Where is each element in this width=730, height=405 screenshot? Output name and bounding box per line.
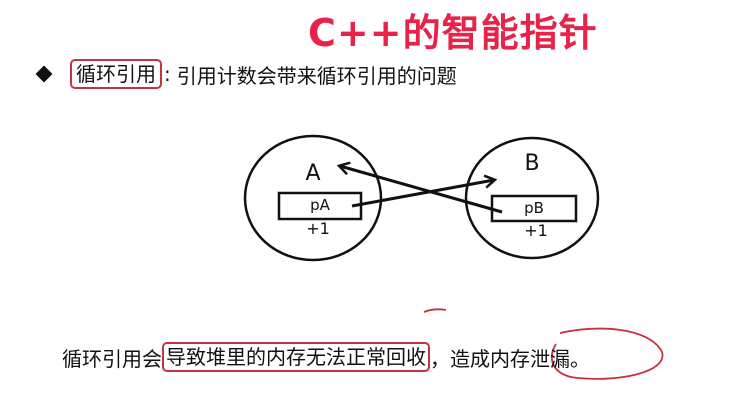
object-b-label: B [524, 151, 539, 176]
conclusion-part-3: ，造成内存泄漏。 [430, 346, 590, 371]
object-a-label: A [305, 161, 320, 186]
conclusion-sentence: 循环引用会 导致堆里的内存无法正常回收 ，造成内存泄漏。 [62, 340, 590, 374]
pen-mark-annotation [423, 308, 447, 313]
pointer-a-label: pA [310, 196, 331, 214]
object-a-node: A pA +1 [243, 134, 383, 262]
pointer-b-label: pB [524, 199, 544, 217]
arrow-pa-to-b [351, 180, 494, 208]
conclusion-part-1: 循环引用会 [62, 346, 162, 371]
object-b-node: B pB +1 [464, 136, 600, 260]
conclusion-highlight: 导致堆里的内存无法正常回收 [162, 342, 430, 372]
ref-count-b: +1 [524, 221, 548, 240]
ref-count-a: +1 [306, 219, 330, 238]
